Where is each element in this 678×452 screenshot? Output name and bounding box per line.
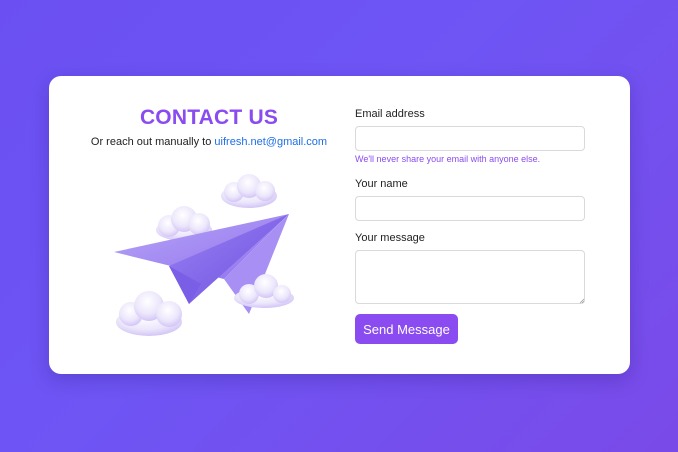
contact-card: CONTACT US Or reach out manually to uifr…	[49, 76, 630, 374]
message-label: Your message	[355, 232, 425, 244]
email-label: Email address	[355, 108, 425, 120]
cloud-top	[221, 174, 277, 208]
email-field[interactable]	[355, 126, 585, 151]
name-field[interactable]	[355, 196, 585, 221]
contact-subline: Or reach out manually to uifresh.net@gma…	[49, 136, 369, 148]
cloud-bottom-left	[116, 291, 182, 336]
email-link[interactable]: uifresh.net@gmail.com	[214, 136, 327, 148]
message-field-wrapper	[355, 250, 585, 304]
name-label: Your name	[355, 178, 408, 190]
subline-text: Or reach out manually to	[90, 136, 212, 148]
resize-handle-icon[interactable]	[579, 298, 585, 304]
send-message-button[interactable]: Send Message	[355, 314, 458, 344]
email-help-text: We'll never share your email with anyone…	[355, 154, 541, 164]
paper-plane-clouds-icon	[109, 174, 309, 340]
contact-form: Email address We'll never share your ema…	[355, 76, 605, 374]
message-field[interactable]	[355, 250, 585, 304]
contact-info-panel: CONTACT US Or reach out manually to uifr…	[49, 76, 369, 374]
page-title: CONTACT US	[139, 106, 279, 129]
